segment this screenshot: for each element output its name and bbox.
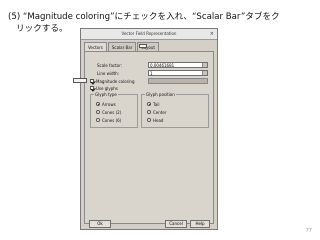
spinner-icon[interactable] <box>202 63 207 67</box>
vectors-panel: Scale factor: 0.00461681 Line width: 1 M… <box>73 51 214 224</box>
glyph-position-group: Glyph position Tail Center Head <box>141 92 209 128</box>
magnitude-coloring-label: Magnitude coloring <box>96 79 135 84</box>
cancel-button[interactable]: Cancel <box>165 220 187 228</box>
radio-cones-2-label: Cones (2) <box>102 110 122 115</box>
dialog-titlebar: Vector Field Representation × <box>81 29 217 40</box>
ok-button[interactable]: Ok <box>89 220 111 228</box>
arrow-to-scalar-bar-tab <box>139 44 147 48</box>
help-button[interactable]: Help <box>190 220 210 228</box>
scale-factor-label: Scale factor: <box>97 63 123 68</box>
radio-center-label: Center <box>153 110 167 115</box>
dialog-title: Vector Field Representation <box>121 31 177 36</box>
color-swatch[interactable] <box>148 78 208 84</box>
radio-tail-label: Tail <box>153 102 160 107</box>
glyph-position-title: Glyph position <box>145 92 176 97</box>
tab-scalar-bar[interactable]: Scalar Bar <box>107 42 137 51</box>
line-width-input[interactable]: 1 <box>148 70 208 76</box>
use-glyphs-checkbox[interactable] <box>90 86 94 90</box>
scale-factor-value: 0.00461681 <box>150 63 175 68</box>
instruction-line-1: (5) “Magnitude coloring”にチェックを入れ、“Scalar… <box>8 12 280 22</box>
close-icon[interactable]: × <box>210 29 214 39</box>
line-width-value: 1 <box>150 71 153 76</box>
tab-vectors[interactable]: Vectors <box>84 42 107 51</box>
radio-cones-6-label: Cones (6) <box>102 118 122 123</box>
radio-tail[interactable] <box>147 102 151 106</box>
glyph-type-group: Glyph type Arrows Cones (2) Cones (6) <box>90 92 138 128</box>
use-glyphs-label: Use glyphs <box>96 86 118 91</box>
radio-cones-6[interactable] <box>96 118 100 122</box>
magnitude-coloring-checkbox[interactable] <box>90 79 94 83</box>
page-number: 77 <box>305 228 312 234</box>
radio-arrows[interactable] <box>96 102 100 106</box>
glyph-type-title: Glyph type <box>94 92 118 97</box>
line-width-label: Line width: <box>97 71 119 76</box>
scale-factor-input[interactable]: 0.00461681 <box>148 62 208 68</box>
radio-center[interactable] <box>147 110 151 114</box>
vector-field-dialog: Vector Field Representation × Vectors Sc… <box>73 28 218 230</box>
radio-arrows-label: Arrows <box>102 102 116 107</box>
spinner-icon[interactable] <box>202 71 207 75</box>
arrow-to-magnitude-coloring <box>73 78 87 83</box>
tab-bar: Vectors Scalar Bar Layout <box>84 42 160 51</box>
radio-head[interactable] <box>147 118 151 122</box>
radio-head-label: Head <box>153 118 164 123</box>
radio-cones-2[interactable] <box>96 110 100 114</box>
